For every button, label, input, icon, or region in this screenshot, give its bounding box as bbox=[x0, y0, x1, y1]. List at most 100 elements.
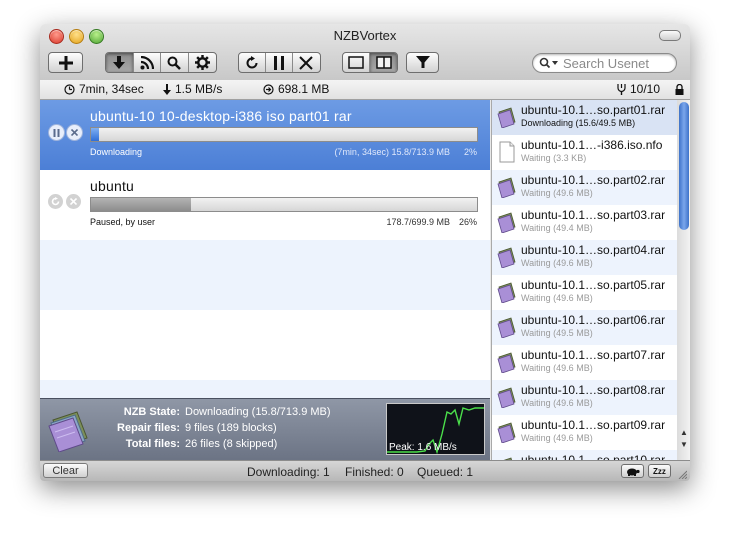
file-name: ubuntu-10.1…so.part09.rar bbox=[521, 418, 666, 432]
file-list-scrollbar[interactable]: ▲ ▼ bbox=[677, 100, 690, 460]
scroll-down-arrow-icon[interactable]: ▼ bbox=[677, 439, 690, 450]
archive-icon bbox=[497, 107, 516, 128]
file-status: Waiting (49.5 MB) bbox=[521, 328, 593, 338]
archive-stack-icon bbox=[48, 411, 88, 452]
file-status: Waiting (49.6 MB) bbox=[521, 398, 593, 408]
file-name: ubuntu-10.1…so.part10.rar bbox=[521, 453, 666, 460]
stop-button[interactable] bbox=[293, 53, 320, 72]
item-progress-bar bbox=[90, 127, 478, 142]
file-status: Waiting (3.3 KB) bbox=[521, 153, 587, 163]
magnifier-icon bbox=[167, 56, 182, 70]
file-row[interactable]: ubuntu-10.1…so.part09.rar Waiting (49.6 M… bbox=[492, 415, 677, 450]
search-view-button[interactable] bbox=[161, 53, 189, 72]
file-name: ubuntu-10.1…-i386.iso.nfo bbox=[521, 138, 663, 152]
layout-segmented-control bbox=[342, 52, 398, 73]
file-row[interactable]: ubuntu-10.1…so.part06.rar Waiting (49.5 M… bbox=[492, 310, 677, 345]
item-status: Paused, by user bbox=[90, 217, 156, 227]
pause-all-button[interactable] bbox=[266, 53, 293, 72]
file-row[interactable]: ubuntu-10.1…so.part08.rar Waiting (49.6 M… bbox=[492, 380, 677, 415]
item-size-info: 178.7/699.9 MB bbox=[386, 217, 450, 227]
sleep-label: Zzz bbox=[653, 466, 666, 476]
resume-icon bbox=[51, 197, 60, 206]
resume-item-button[interactable] bbox=[48, 194, 63, 209]
split-pane-icon bbox=[375, 56, 392, 69]
file-status: Waiting (49.6 MB) bbox=[521, 363, 593, 373]
settings-view-button[interactable] bbox=[189, 53, 216, 72]
scroll-up-arrow-icon[interactable]: ▲ bbox=[677, 427, 690, 438]
downloads-view-button[interactable] bbox=[106, 53, 134, 72]
item-name: ubuntu-10 10-desktop-i386 iso part01 rar bbox=[90, 108, 352, 124]
rss-view-button[interactable] bbox=[134, 53, 161, 72]
file-row[interactable]: ubuntu-10.1…so.part07.rar Waiting (49.6 M… bbox=[492, 345, 677, 380]
sleep-button[interactable]: Zzz bbox=[648, 464, 671, 478]
file-row[interactable]: ubuntu-10.1…so.part05.rar Waiting (49.6 M… bbox=[492, 275, 677, 310]
queue-item[interactable]: ubuntu Paused, by user 178.7/699.9 MB 26… bbox=[40, 170, 490, 240]
remove-item-button[interactable] bbox=[66, 124, 83, 141]
repair-files-label: Repair files: bbox=[117, 422, 180, 434]
file-name: ubuntu-10.1…so.part06.rar bbox=[521, 313, 666, 327]
control-segmented-control bbox=[238, 52, 321, 73]
download-queue: ubuntu-10 10-desktop-i386 iso part01 rar… bbox=[40, 100, 490, 398]
item-size-info: (7min, 34sec) 15.8/713.9 MB bbox=[334, 147, 450, 157]
file-status: Downloading (15.6/49.5 MB) bbox=[521, 118, 636, 128]
view-segmented-control bbox=[105, 52, 217, 73]
refresh-button[interactable] bbox=[239, 53, 267, 72]
file-row[interactable]: ubuntu-10.1…so.part10.rar bbox=[492, 450, 677, 460]
queue-item[interactable]: ubuntu-10 10-desktop-i386 iso part01 rar… bbox=[40, 100, 490, 170]
speed-graph: Peak: 1.6 MB/s bbox=[386, 403, 485, 455]
clear-button[interactable]: Clear bbox=[43, 463, 88, 478]
file-status: Waiting (49.6 MB) bbox=[521, 293, 593, 303]
file-status: Waiting (49.4 MB) bbox=[521, 223, 593, 233]
single-pane-button[interactable] bbox=[343, 53, 371, 72]
file-status: Waiting (49.6 MB) bbox=[521, 258, 593, 268]
gear-icon bbox=[194, 55, 210, 70]
speed-limit-button[interactable] bbox=[621, 464, 644, 478]
file-row[interactable]: ubuntu-10.1…so.part01.rar Downloading (15… bbox=[492, 100, 677, 135]
split-pane-button[interactable] bbox=[370, 53, 397, 72]
empty-row bbox=[40, 240, 490, 310]
queued-count: Queued: 1 bbox=[417, 465, 474, 479]
search-input[interactable] bbox=[563, 55, 673, 71]
resize-grip-icon[interactable] bbox=[677, 469, 687, 479]
add-nzb-button[interactable] bbox=[48, 52, 83, 73]
file-row[interactable]: ubuntu-10.1…so.part02.rar Waiting (49.6 M… bbox=[492, 170, 677, 205]
archive-icon bbox=[497, 177, 516, 198]
toolbar-toggle-button[interactable] bbox=[659, 30, 681, 41]
finished-count: Finished: 0 bbox=[345, 465, 404, 479]
scrollbar-thumb[interactable] bbox=[679, 102, 689, 230]
peak-speed-label: Peak: 1.6 MB/s bbox=[389, 442, 457, 453]
item-percent: 2% bbox=[463, 147, 477, 157]
toolbar: NZBVortex bbox=[40, 24, 690, 81]
filter-button[interactable] bbox=[406, 52, 439, 73]
remaining-size-value: 698.1 MB bbox=[278, 82, 330, 96]
bottom-bar: Clear Downloading: 1 Finished: 0 Queued:… bbox=[40, 460, 690, 481]
download-speed-value: 1.5 MB/s bbox=[175, 82, 223, 96]
downloading-count: Downloading: 1 bbox=[247, 465, 330, 479]
turtle-icon bbox=[627, 468, 640, 476]
window-title: NZBVortex bbox=[333, 28, 397, 43]
cross-icon bbox=[299, 55, 314, 70]
lock-icon bbox=[675, 84, 684, 95]
search-field[interactable] bbox=[532, 53, 677, 73]
funnel-icon bbox=[415, 56, 430, 68]
download-arrow-icon bbox=[113, 55, 126, 69]
remaining-size: 698.1 MB bbox=[263, 82, 329, 96]
pause-icon bbox=[274, 55, 284, 70]
file-row[interactable]: ubuntu-10.1…so.part03.rar Waiting (49.4 M… bbox=[492, 205, 677, 240]
file-row[interactable]: ubuntu-10.1…so.part04.rar Waiting (49.6 M… bbox=[492, 240, 677, 275]
status-bar: 7min, 34sec 1.5 MB/s 698.1 MB 10/10 bbox=[40, 80, 690, 100]
app-window: NZBVortex Search Usenet 7min, 34sec 1.5 … bbox=[40, 24, 690, 481]
archive-icon bbox=[497, 247, 516, 268]
archive-icon bbox=[497, 422, 516, 443]
plus-icon bbox=[58, 55, 73, 70]
archive-icon bbox=[497, 352, 516, 373]
download-speed: 1.5 MB/s bbox=[163, 82, 222, 96]
pause-item-button[interactable] bbox=[48, 124, 65, 141]
remove-item-button[interactable] bbox=[66, 194, 81, 209]
single-pane-icon bbox=[348, 56, 364, 69]
down-arrow-icon bbox=[163, 83, 171, 95]
connections: 10/10 bbox=[617, 82, 660, 96]
nzb-state-value: Downloading (15.8/713.9 MB) bbox=[185, 406, 331, 418]
file-row[interactable]: ubuntu-10.1…-i386.iso.nfo Waiting (3.3 KB… bbox=[492, 135, 677, 170]
repair-files-value: 9 files (189 blocks) bbox=[185, 422, 277, 434]
